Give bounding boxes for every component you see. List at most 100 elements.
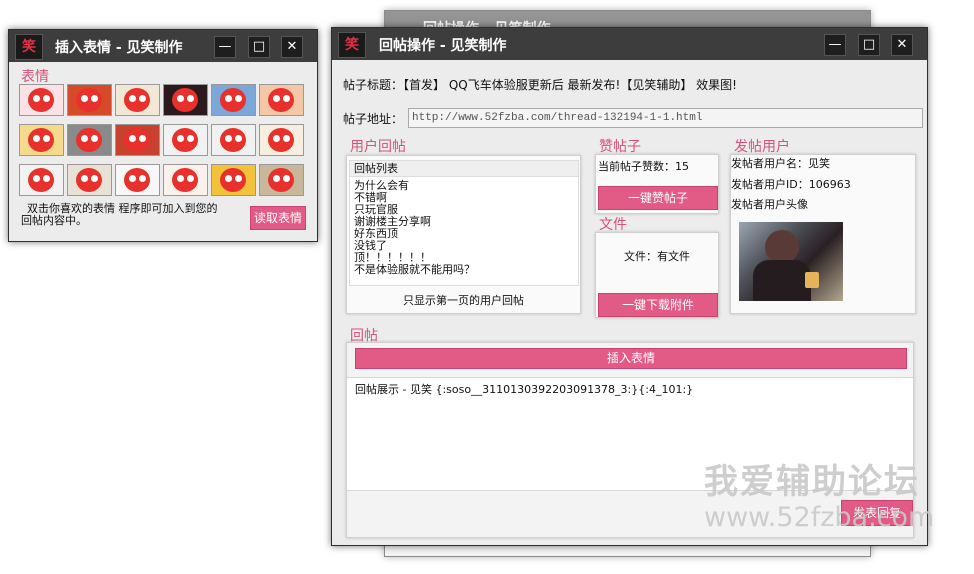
emoji-item[interactable] [115,124,160,156]
emoji-item[interactable] [211,84,256,116]
fox-face-icon [76,128,102,152]
emoji-item[interactable] [67,84,112,116]
fox-face-icon [220,168,246,192]
eye-shape [43,135,50,142]
eye-shape [129,135,136,142]
emoji-item[interactable] [115,164,160,196]
list-item[interactable]: 谢谢楼主分享啊 [354,216,431,227]
poster-avatar [739,222,843,301]
eye-shape [91,95,98,102]
eye-shape [91,175,98,182]
thread-title-label: 帖子标题： [343,78,404,92]
eye-shape [235,175,242,182]
eye-shape [33,175,40,182]
fox-face-icon [268,168,294,192]
eye-shape [139,95,146,102]
eye-shape [33,95,40,102]
close-button[interactable]: ✕ [281,36,303,58]
eye-shape [187,95,194,102]
emoji-item[interactable] [259,124,304,156]
thread-url-field[interactable]: http://www.52fzba.com/thread-132194-1-1.… [408,108,923,128]
list-item[interactable]: 不错啊 [354,192,387,203]
fox-face-icon [220,88,246,112]
avatar-body [753,260,811,301]
emoji-item[interactable] [67,164,112,196]
list-item[interactable]: 顶！！！！！！ [354,252,431,263]
file-section-label: 文件 [599,217,627,233]
fox-face-icon [28,128,54,152]
emoji-hint: 双击你喜欢的表情 程序即可加入到您的 回帖内容中。 [21,203,257,227]
list-item[interactable]: 好东西顶 [354,228,398,239]
list-item[interactable]: 为什么会有 [354,180,409,191]
emoji-item[interactable] [19,164,64,196]
eye-shape [81,135,88,142]
reply-list-footer: 只显示第一页的用户回帖 [403,294,524,307]
thread-url-value: http://www.52fzba.com/thread-132194-1-1.… [412,112,703,124]
maximize-button[interactable]: □ [248,36,270,58]
list-item[interactable]: 没钱了 [354,240,387,251]
fox-face-icon [28,168,54,192]
emoji-item[interactable] [259,164,304,196]
emoji-grid [19,84,307,200]
fox-face-icon [124,168,150,192]
close-button[interactable]: ✕ [891,34,913,56]
watermark-line2: www.52fzba.com [704,502,935,533]
like-thread-button[interactable]: 一键赞帖子 [598,186,718,210]
emoji-item[interactable] [19,124,64,156]
eye-shape [81,95,88,102]
like-panel: 当前帖子赞数：15 一键赞帖子 [595,154,719,214]
minimize-button[interactable]: — [214,36,236,58]
download-attachment-button[interactable]: 一键下载附件 [598,293,718,317]
file-panel: 文件：有文件 一键下载附件 [595,232,719,318]
app-logo-icon: 笑 [15,34,43,60]
emoji-item[interactable] [211,164,256,196]
avatar-cup [805,272,819,288]
eye-shape [139,175,146,182]
emoji-window-titlebar: 笑 插入表情 - 见笑制作 — □ ✕ [9,30,317,62]
poster-name: 发帖者用户名：见笑 [731,157,830,170]
eye-shape [283,175,290,182]
eye-shape [177,95,184,102]
reply-content: 回帖展示 - 见笑 {:soso__3110130392203091378_3:… [355,383,694,396]
insert-emoji-button[interactable]: 插入表情 [355,348,907,369]
eye-shape [43,95,50,102]
emoji-item[interactable] [163,124,208,156]
eye-shape [33,135,40,142]
emoji-window-title: 插入表情 - 见笑制作 [55,40,183,56]
fox-face-icon [76,168,102,192]
poster-section-label: 发帖用户 [734,139,790,155]
fox-face-icon [76,88,102,112]
emoji-item[interactable] [211,124,256,156]
eye-shape [187,135,194,142]
list-item[interactable]: 只玩官服 [354,204,398,215]
main-window-title: 回帖操作 - 见笑制作 [379,38,507,54]
read-emoji-button[interactable]: 读取表情 [250,206,306,230]
eye-shape [91,135,98,142]
maximize-button[interactable]: □ [858,34,880,56]
eye-shape [273,135,280,142]
poster-avatar-label: 发帖者用户头像 [731,198,808,211]
emoji-item[interactable] [115,84,160,116]
emoji-hint-line2: 回帖内容中。 [21,214,87,227]
emoji-item[interactable] [259,84,304,116]
fox-face-icon [268,128,294,152]
eye-shape [273,95,280,102]
emoji-item[interactable] [163,164,208,196]
eye-shape [129,95,136,102]
file-status: 文件：有文件 [624,250,690,263]
fox-face-icon [28,88,54,112]
eye-shape [273,175,280,182]
emoji-item[interactable] [67,124,112,156]
emoji-section-label: 表情 [21,69,49,85]
eye-shape [177,135,184,142]
emoji-item[interactable] [19,84,64,116]
emoji-window: 笑 插入表情 - 见笑制作 — □ ✕ 表情 双击你喜欢的表情 程序即可加入到您… [8,29,318,242]
watermark: 我爱辅助论坛 www.52fzba.com [704,462,954,534]
like-section-label: 赞帖子 [599,139,641,155]
emoji-item[interactable] [163,84,208,116]
reply-list[interactable]: 回帖列表 为什么会有 不错啊 只玩官服 谢谢楼主分享啊 好东西顶 没钱了 顶！！！！！！ 不是… [349,160,579,286]
minimize-button[interactable]: — [824,34,846,56]
thread-url-label: 帖子地址： [343,112,404,126]
eye-shape [177,175,184,182]
list-item[interactable]: 不是体验服就不能用吗？ [354,264,475,275]
